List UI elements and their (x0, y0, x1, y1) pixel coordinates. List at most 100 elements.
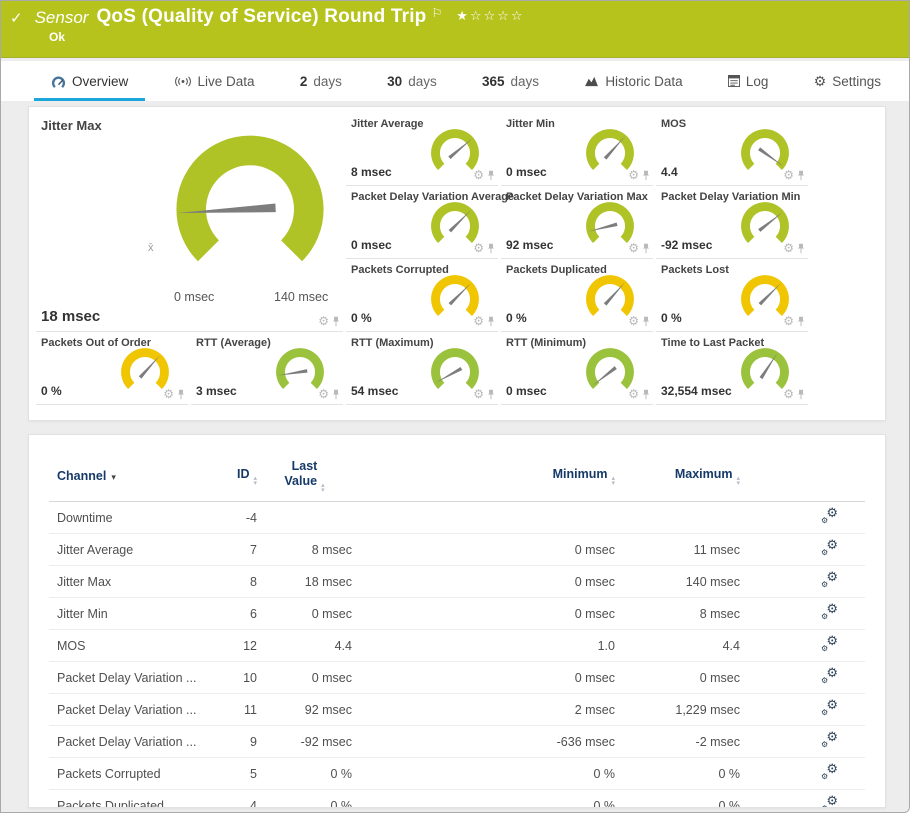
channel-name[interactable]: Jitter Min (49, 607, 197, 621)
channel-name[interactable]: Packet Delay Variation ... (49, 671, 197, 685)
tab-365-days[interactable]: 365days (482, 74, 539, 89)
gauge-cell[interactable]: Packets Duplicated0 %⚙ (501, 260, 653, 332)
gauge-value: 0 msec (351, 238, 392, 252)
gear-icon[interactable]: ⚙ (473, 169, 484, 181)
channel-settings-gears-icon[interactable]: ⚙⚙ (821, 509, 838, 524)
pin-icon[interactable] (487, 170, 495, 181)
gauge-cell[interactable]: MOS4.4⚙ (656, 114, 808, 186)
channel-settings-gears-icon[interactable]: ⚙⚙ (821, 797, 838, 809)
gauge-value: 32,554 msec (661, 384, 732, 398)
pin-icon[interactable] (797, 389, 805, 400)
gauge-cell[interactable]: RTT (Maximum)54 msec⚙ (346, 333, 498, 405)
column-header-last-value[interactable]: Last Value▴▾ (257, 459, 352, 493)
sensor-type-label: Sensor (35, 8, 89, 28)
gauge-cell-jitter-max[interactable]: Jitter Max x̄ 0 msec 140 msec 18 msec ⚙ (36, 114, 343, 332)
gear-icon[interactable]: ⚙ (473, 388, 484, 400)
gear-icon[interactable]: ⚙ (783, 242, 794, 254)
gear-icon[interactable]: ⚙ (473, 315, 484, 327)
channel-name[interactable]: Packet Delay Variation ... (49, 703, 197, 717)
channel-settings-gears-icon[interactable]: ⚙⚙ (821, 733, 838, 748)
table-row: Packet Delay Variation ...9-92 msec-636 … (49, 726, 865, 758)
channel-minimum: -636 msec (352, 735, 615, 749)
pin-icon[interactable] (797, 316, 805, 327)
channel-actions: ⚙⚙ (740, 573, 865, 591)
channel-name[interactable]: Packet Delay Variation ... (49, 735, 197, 749)
tab-settings[interactable]: ⚙Settings (814, 74, 881, 89)
gauge-cell-actions: ⚙ (783, 388, 805, 400)
gauge-cell[interactable]: Jitter Min0 msec⚙ (501, 114, 653, 186)
tab-30-days[interactable]: 30days (387, 74, 437, 89)
column-header-channel[interactable]: Channel▾ (49, 469, 197, 483)
channel-settings-gears-icon[interactable]: ⚙⚙ (821, 669, 838, 684)
channel-maximum: 8 msec (615, 607, 740, 621)
pin-icon[interactable] (642, 243, 650, 254)
channel-name[interactable]: Jitter Max (49, 575, 197, 589)
channel-id: 9 (197, 735, 257, 749)
tab-historic-data[interactable]: Historic Data (584, 74, 682, 89)
tab-overview[interactable]: Overview (51, 74, 128, 89)
channel-last-value: 4.4 (257, 639, 352, 653)
gauge-cell[interactable]: Time to Last Packet32,554 msec⚙ (656, 333, 808, 405)
column-header-id[interactable]: ID▴▾ (197, 467, 257, 486)
pin-icon[interactable] (642, 170, 650, 181)
gear-icon[interactable]: ⚙ (628, 242, 639, 254)
channel-settings-gears-icon[interactable]: ⚙⚙ (821, 637, 838, 652)
tab-live-data[interactable]: Live Data (174, 74, 255, 89)
gear-icon[interactable]: ⚙ (628, 388, 639, 400)
gear-icon[interactable]: ⚙ (628, 169, 639, 181)
channel-name[interactable]: MOS (49, 639, 197, 653)
flag-icon[interactable]: ⚐ (432, 6, 443, 20)
gear-icon[interactable]: ⚙ (318, 388, 329, 400)
gear-icon[interactable]: ⚙ (783, 169, 794, 181)
pin-icon[interactable] (642, 389, 650, 400)
pin-icon[interactable] (487, 389, 495, 400)
log-icon (728, 75, 740, 87)
channel-id: 10 (197, 671, 257, 685)
gauge-cell[interactable]: Jitter Average8 msec⚙ (346, 114, 498, 186)
sort-icon: ▴▾ (736, 476, 740, 486)
priority-stars[interactable]: ★☆☆☆☆ (456, 8, 524, 24)
gauge-cell-actions: ⚙ (473, 388, 495, 400)
pin-icon[interactable] (797, 243, 805, 254)
gauge-cell[interactable]: Packet Delay Variation Max92 msec⚙ (501, 187, 653, 259)
pin-icon[interactable] (487, 243, 495, 254)
channel-settings-gears-icon[interactable]: ⚙⚙ (821, 765, 838, 780)
channel-name[interactable]: Downtime (49, 511, 197, 525)
channel-settings-gears-icon[interactable]: ⚙⚙ (821, 573, 838, 588)
column-header-maximum[interactable]: Maximum▴▾ (615, 467, 740, 486)
channel-name[interactable]: Jitter Average (49, 543, 197, 557)
channel-settings-gears-icon[interactable]: ⚙⚙ (821, 541, 838, 556)
gauge-cell[interactable]: Packet Delay Variation Average0 msec⚙ (346, 187, 498, 259)
channel-settings-gears-icon[interactable]: ⚙⚙ (821, 701, 838, 716)
gear-icon[interactable]: ⚙ (318, 315, 329, 327)
gear-icon[interactable]: ⚙ (783, 388, 794, 400)
gauge-cell[interactable]: Packet Delay Variation Min-92 msec⚙ (656, 187, 808, 259)
pin-icon[interactable] (797, 170, 805, 181)
gauge-title: RTT (Average) (196, 337, 271, 349)
tab-2-days[interactable]: 2days (300, 74, 342, 89)
channel-name[interactable]: Packets Duplicated (49, 799, 197, 809)
gauge-cell-actions: ⚙ (628, 315, 650, 327)
prtg-sensor-page: ✓ Sensor QoS (Quality of Service) Round … (0, 0, 910, 813)
pin-icon[interactable] (177, 389, 185, 400)
gauge-cell[interactable]: Packets Out of Order0 %⚙ (36, 333, 188, 405)
pin-icon[interactable] (642, 316, 650, 327)
tab-label: Overview (72, 74, 128, 89)
pin-icon[interactable] (332, 316, 340, 327)
tab-log[interactable]: Log (728, 74, 769, 89)
pin-icon[interactable] (487, 316, 495, 327)
gauge-cell[interactable]: RTT (Average)3 msec⚙ (191, 333, 343, 405)
gauge-cell[interactable]: RTT (Minimum)0 msec⚙ (501, 333, 653, 405)
table-row: Packet Delay Variation ...1192 msec2 mse… (49, 694, 865, 726)
gear-icon[interactable]: ⚙ (628, 315, 639, 327)
pin-icon[interactable] (332, 389, 340, 400)
gear-icon[interactable]: ⚙ (473, 242, 484, 254)
column-header-minimum[interactable]: Minimum▴▾ (352, 467, 615, 486)
channel-settings-gears-icon[interactable]: ⚙⚙ (821, 605, 838, 620)
gear-icon[interactable]: ⚙ (783, 315, 794, 327)
channel-name[interactable]: Packets Corrupted (49, 767, 197, 781)
gauge-cell[interactable]: Packets Corrupted0 %⚙ (346, 260, 498, 332)
gauge-cell[interactable]: Packets Lost0 %⚙ (656, 260, 808, 332)
gauge-title: RTT (Minimum) (506, 337, 586, 349)
gear-icon[interactable]: ⚙ (163, 388, 174, 400)
